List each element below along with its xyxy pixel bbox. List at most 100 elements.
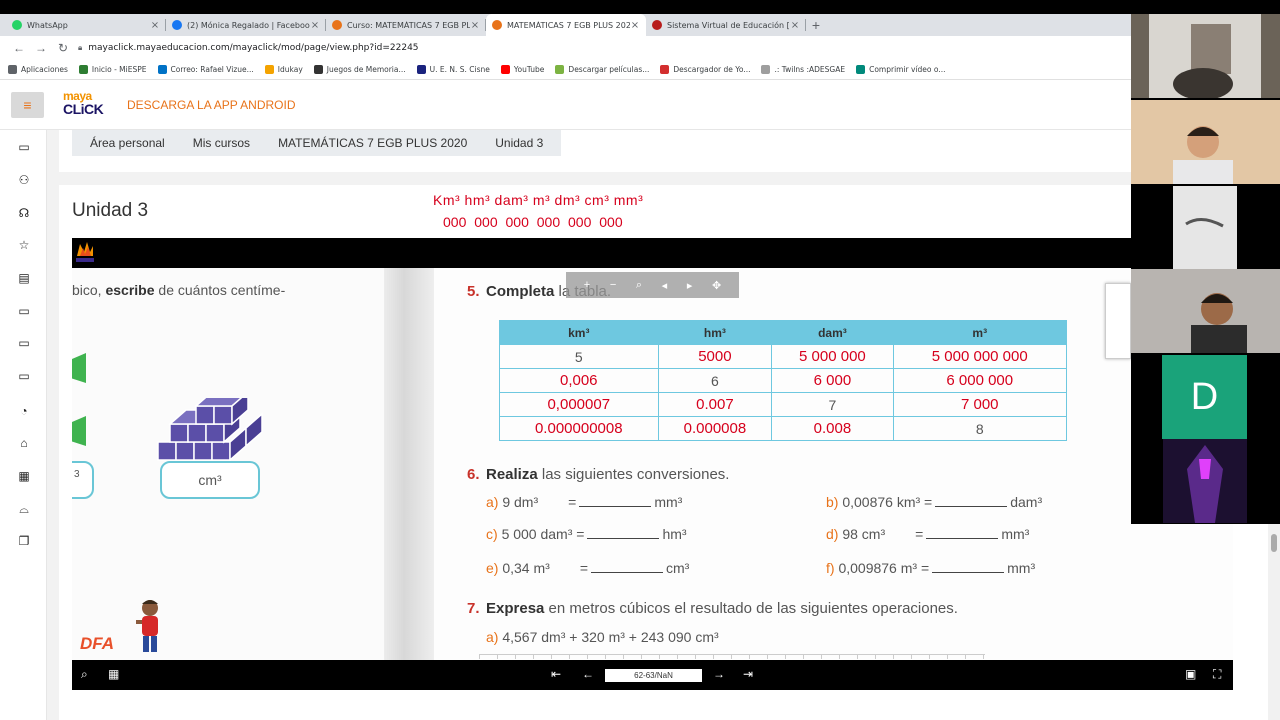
conversion-letter: b) xyxy=(826,494,839,510)
new-tab-icon[interactable]: + xyxy=(806,14,826,36)
answer-blank[interactable] xyxy=(591,561,663,573)
mayaclick-logo[interactable]: maya CLiCK xyxy=(63,89,113,121)
users-icon[interactable]: ☊ xyxy=(17,206,31,220)
table-row: 0,000007 0.007 7 7 000 xyxy=(499,392,1067,417)
browser-tab[interactable]: MATEMÁTICAS 7 EGB PLUS 2020 × xyxy=(486,14,646,36)
table-row: 5 5000 5 000 000 5 000 000 000 xyxy=(499,344,1067,369)
search-icon[interactable]: ⌕ xyxy=(81,667,88,682)
back-icon[interactable]: ← xyxy=(8,41,30,55)
previous-page-icon[interactable]: ← xyxy=(582,667,594,681)
bookmark-item[interactable]: Inicio - MiESPE xyxy=(78,65,147,74)
gradebook-icon[interactable]: ▤ xyxy=(17,271,31,285)
bookmark-item[interactable]: Correo: Rafael Vizue... xyxy=(157,65,254,74)
bookmark-item[interactable]: Comprimir vídeo o... xyxy=(856,65,946,74)
browser-tab[interactable]: Curso: MATEMÁTICAS 7 EGB PLU × xyxy=(326,14,486,36)
url-text: mayaclick.mayaeducacion.com/mayaclick/mo… xyxy=(88,43,419,53)
bookmark-label: .: Twilns :ADESGAE xyxy=(774,65,846,74)
zoom-in-icon[interactable]: + xyxy=(584,279,590,291)
answer-blank[interactable] xyxy=(935,495,1008,507)
first-page-icon[interactable]: ⇤ xyxy=(551,667,561,681)
book-mode-icon[interactable]: ▣ xyxy=(1185,667,1196,681)
exercise-7a: a) 4,567 dm³ + 320 m³ + 243 090 cm³ xyxy=(486,629,719,645)
tab-separator xyxy=(805,19,806,31)
folder-icon[interactable]: ▭ xyxy=(17,140,31,154)
page-scrollbar[interactable] xyxy=(1268,524,1280,720)
zoom-out-icon[interactable]: − xyxy=(610,279,616,291)
answer-blank[interactable] xyxy=(932,561,1005,573)
page-thumbnail[interactable] xyxy=(1105,283,1131,359)
tab-favicon-icon xyxy=(12,20,22,30)
participant-tile-5[interactable]: D xyxy=(1131,355,1280,439)
participant-tile-2[interactable] xyxy=(1131,100,1280,184)
badge-icon[interactable]: ⚇ xyxy=(17,173,31,187)
bookmark-item[interactable]: U. E. N. S. Cisne xyxy=(416,65,490,74)
rotate-left-icon[interactable]: ◂ xyxy=(662,279,668,292)
close-tab-icon[interactable]: × xyxy=(310,20,320,31)
magnifier-icon[interactable]: ⌕ xyxy=(636,279,642,292)
scrollbar-thumb[interactable] xyxy=(1271,534,1277,552)
bookmark-item[interactable]: Idukay xyxy=(264,65,303,74)
participant-tile-4[interactable] xyxy=(1131,269,1280,353)
browser-tab[interactable]: Sistema Virtual de Educación [Co × xyxy=(646,14,806,36)
close-tab-icon[interactable]: × xyxy=(470,20,480,31)
bookmark-item[interactable]: YouTube xyxy=(500,65,544,74)
forward-icon[interactable]: → xyxy=(30,41,52,55)
browser-tab[interactable]: WhatsApp × xyxy=(6,14,166,36)
browser-tab[interactable]: (2) Mónica Regalado | Facebook × xyxy=(166,14,326,36)
close-tab-icon[interactable]: × xyxy=(790,20,800,31)
url-field[interactable]: 🔒︎ mayaclick.mayaeducacion.com/mayaclick… xyxy=(78,39,1131,57)
tab-favicon-icon xyxy=(652,20,662,30)
bookmark-favicon-icon xyxy=(313,65,323,74)
bookmark-label: Inicio - MiESPE xyxy=(91,65,147,74)
participant-tile-6[interactable] xyxy=(1131,439,1280,523)
page-indicator-field[interactable]: 62-63/NaN xyxy=(605,669,702,682)
green-marker-2 xyxy=(72,416,86,446)
dfa-label: DFA xyxy=(80,634,114,653)
table-header-cell: dam³ xyxy=(771,320,894,345)
bookmark-item[interactable]: Descargar películas... xyxy=(555,65,649,74)
conversion-item: d) 98 cm³ = mm³ xyxy=(826,526,1029,542)
folder-icon-2[interactable]: ▭ xyxy=(17,304,31,318)
answer-blank[interactable] xyxy=(587,527,660,539)
bookmark-item[interactable]: Aplicaciones xyxy=(8,65,68,74)
bookmark-item[interactable]: Juegos de Memoria... xyxy=(313,65,406,74)
home-icon[interactable]: ⌂ xyxy=(17,436,31,450)
viewer-top-bar xyxy=(72,238,1233,268)
conversion-expression: 9 dm³ xyxy=(502,494,539,510)
download-app-link[interactable]: DESCARGA LA APP ANDROID xyxy=(127,98,296,112)
reload-icon[interactable]: ↻ xyxy=(52,41,74,55)
grid-view-icon[interactable]: ▦ xyxy=(108,667,119,681)
answer-blank[interactable] xyxy=(579,495,652,507)
participant-tile-1[interactable] xyxy=(1131,14,1280,98)
close-tab-icon[interactable]: × xyxy=(150,20,160,31)
equals-sign: = xyxy=(568,494,577,510)
answer-blank[interactable] xyxy=(926,527,999,539)
last-page-icon[interactable]: ⇥ xyxy=(743,667,753,681)
close-tab-icon[interactable]: × xyxy=(630,20,640,31)
breadcrumb-item[interactable]: Unidad 3 xyxy=(481,136,557,150)
fullscreen-icon[interactable]: ⛶ xyxy=(1213,667,1221,682)
folder-icon-4[interactable]: ▭ xyxy=(17,369,31,383)
participant-tile-3[interactable] xyxy=(1131,186,1280,270)
rotate-right-icon[interactable]: ▸ xyxy=(687,279,693,292)
folder-icon-3[interactable]: ▭ xyxy=(17,336,31,350)
graduation-cap-icon[interactable]: ⌓ xyxy=(17,502,31,516)
tab-favicon-icon xyxy=(172,20,182,30)
next-page-icon[interactable]: → xyxy=(713,667,725,681)
breadcrumb-item[interactable]: Área personal xyxy=(76,136,179,150)
bookmark-item[interactable]: Descargador de Yo... xyxy=(660,65,750,74)
calendar-icon[interactable]: ▦ xyxy=(17,469,31,483)
breadcrumb-item[interactable]: MATEMÁTICAS 7 EGB PLUS 2020 xyxy=(264,136,481,150)
conversion-item: b) 0,00876 km³ = dam³ xyxy=(826,494,1042,510)
menu-toggle-button[interactable]: ≡ xyxy=(11,92,44,118)
move-icon[interactable]: ✥ xyxy=(712,279,721,292)
breadcrumb-item[interactable]: Mis cursos xyxy=(179,136,264,150)
bookmark-favicon-icon xyxy=(157,65,167,74)
bookmark-item[interactable]: .: Twilns :ADESGAE xyxy=(761,65,845,74)
left-page-text: bico, escribe de cuántos centíme- xyxy=(72,282,286,298)
handwritten-units: Km³ hm³ dam³ m³ dm³ cm³ mm³ xyxy=(433,192,644,208)
files-icon[interactable]: ❐ xyxy=(17,534,31,548)
star-icon[interactable]: ☆ xyxy=(17,238,31,252)
dashboard-icon[interactable]: ◔ xyxy=(17,404,31,418)
table-cell: 5 xyxy=(499,344,659,369)
